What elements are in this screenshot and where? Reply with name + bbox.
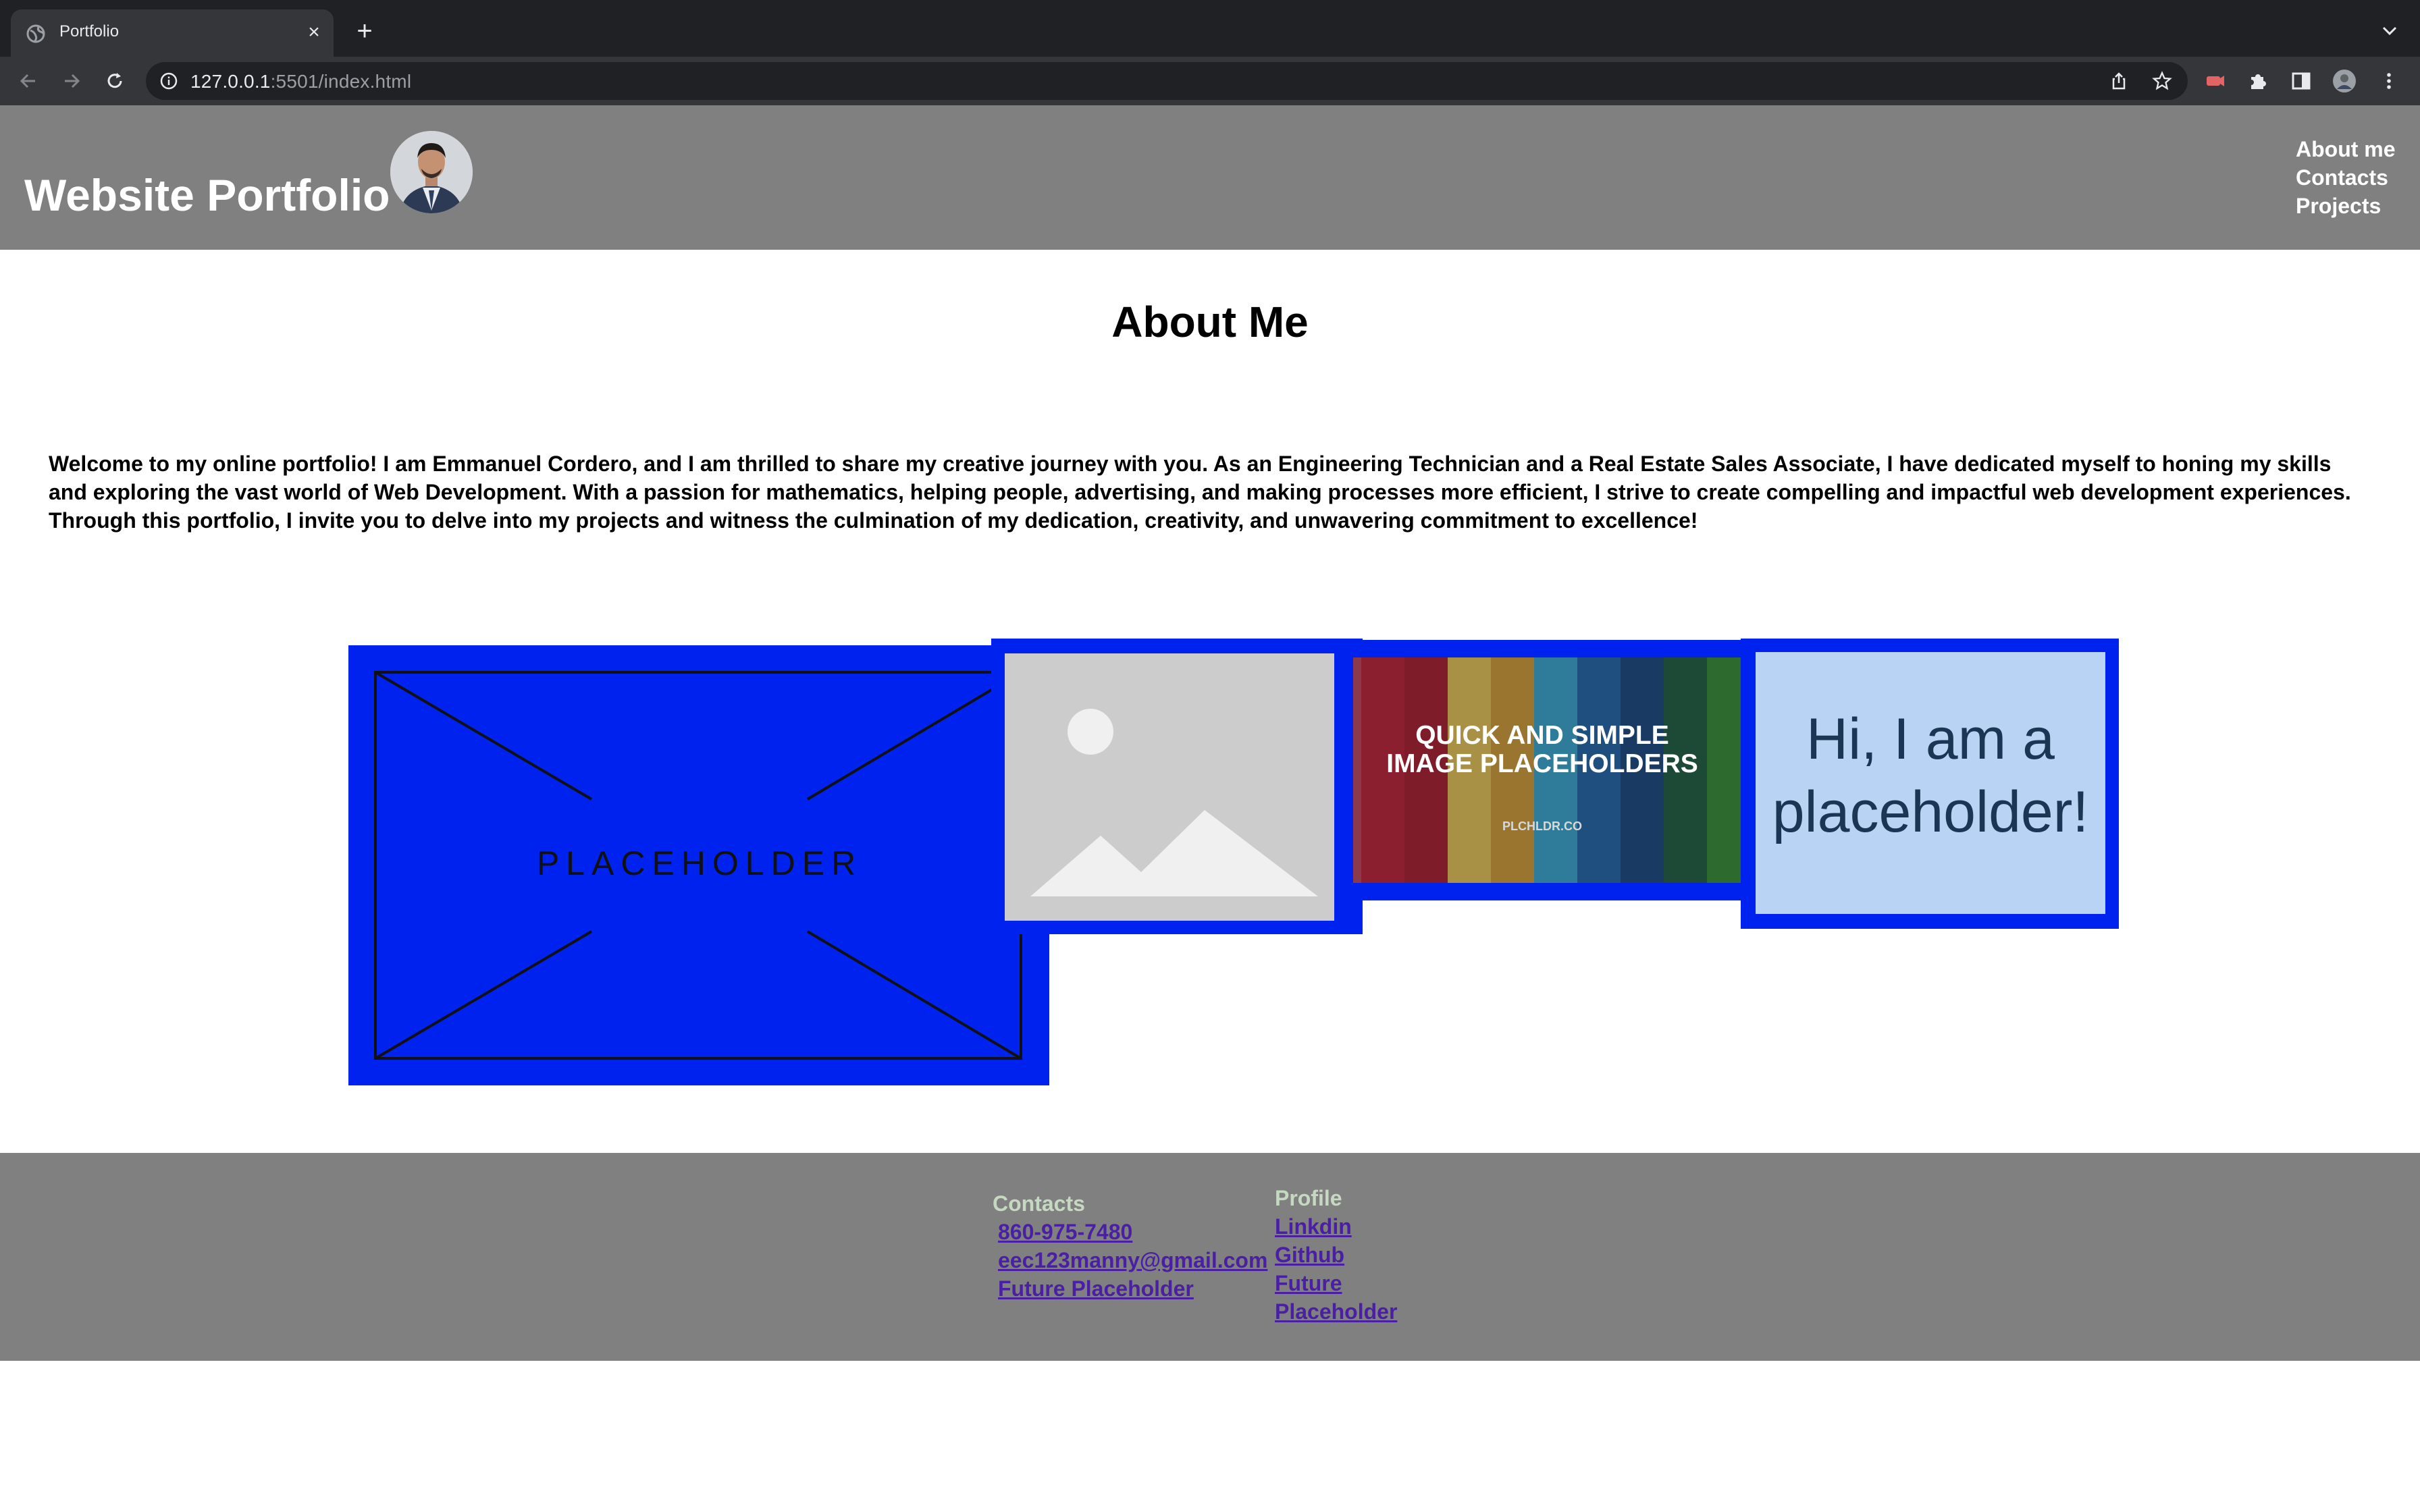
footer-future-link[interactable]: Future [1275, 1269, 1397, 1297]
extensions-puzzle-icon[interactable] [2246, 69, 2270, 93]
site-header: Website Portfolio About me Contacts Proj… [0, 105, 2420, 250]
reload-icon[interactable] [103, 69, 127, 93]
placeholder-headline-1: QUICK AND SIMPLE [1415, 721, 1669, 750]
site-nav: About me Contacts Projects [2296, 135, 2417, 220]
bookmark-star-icon[interactable] [2151, 70, 2173, 92]
extension-record-icon[interactable] [2203, 69, 2227, 93]
person-photo-icon [390, 131, 473, 213]
share-icon[interactable] [2108, 70, 2130, 92]
placeholder-site-label: PLCHLDR.CO [1502, 819, 1582, 833]
placeholder-label: PLACEHOLDER [537, 844, 862, 882]
placeholder-greeting-1: Hi, I am a [1806, 707, 2055, 772]
footer-linkedin-link[interactable]: Linkdin [1275, 1212, 1397, 1241]
footer-profile: Profile Linkdin Github Future Placeholde… [1275, 1184, 1397, 1326]
footer-profile-heading: Profile [1275, 1186, 1342, 1210]
about-heading: About Me [1111, 298, 1309, 346]
nav-link-contacts[interactable]: Contacts [2296, 163, 2417, 192]
browser-toolbar: 127.0.0.1:5501/index.html [0, 57, 2420, 105]
profile-photo [390, 131, 473, 213]
placeholder-image-stripes: QUICK AND SIMPLE IMAGE PLACEHOLDERS PLCH… [1342, 640, 1753, 900]
browser-tab[interactable]: Portfolio × [11, 9, 334, 57]
url-text: 127.0.0.1:5501/index.html [190, 71, 412, 92]
profile-avatar-icon[interactable] [2332, 69, 2357, 93]
about-text: Welcome to my online portfolio! I am Emm… [49, 452, 2351, 533]
side-panel-icon[interactable] [2289, 69, 2313, 93]
footer-future-placeholder-link[interactable]: Future Placeholder [998, 1274, 1267, 1303]
placeholder-headline-2: IMAGE PLACEHOLDERS [1386, 749, 1698, 778]
footer-contacts-heading: Contacts [993, 1191, 1085, 1216]
footer-contacts: Contacts 860-975-7480 eec123manny@gmail.… [993, 1189, 1267, 1303]
new-tab-icon[interactable]: + [352, 18, 377, 45]
browser-tabstrip: Portfolio × + [0, 0, 2420, 57]
placeholder-image-envelope: PLACEHOLDER [348, 645, 1049, 1085]
footer-github-link[interactable]: Github [1275, 1241, 1397, 1269]
footer-placeholder-link[interactable]: Placeholder [1275, 1297, 1397, 1326]
back-icon[interactable] [16, 69, 41, 93]
forward-icon[interactable] [59, 69, 84, 93]
globe-icon [26, 24, 45, 43]
nav-link-about-me[interactable]: About me [2296, 135, 2417, 163]
placeholder-greeting-2: placeholder! [1772, 780, 2089, 844]
footer-phone-link[interactable]: 860-975-7480 [998, 1218, 1267, 1246]
placeholder-image-text: Hi, I am a placeholder! [1741, 639, 2119, 929]
tab-title: Portfolio [59, 22, 120, 40]
nav-link-projects[interactable]: Projects [2296, 192, 2417, 220]
site-title: Website Portfolio [24, 170, 390, 220]
info-icon[interactable] [159, 72, 178, 90]
site-footer: Contacts 860-975-7480 eec123manny@gmail.… [0, 1153, 2420, 1361]
chevron-down-icon[interactable] [2379, 20, 2400, 40]
menu-dots-icon[interactable] [2377, 69, 2401, 93]
address-bar[interactable]: 127.0.0.1:5501/index.html [146, 62, 2188, 100]
close-tab-icon[interactable]: × [302, 21, 325, 44]
footer-email-link[interactable]: eec123manny@gmail.com [998, 1246, 1267, 1274]
placeholder-image-landscape [991, 639, 1363, 934]
